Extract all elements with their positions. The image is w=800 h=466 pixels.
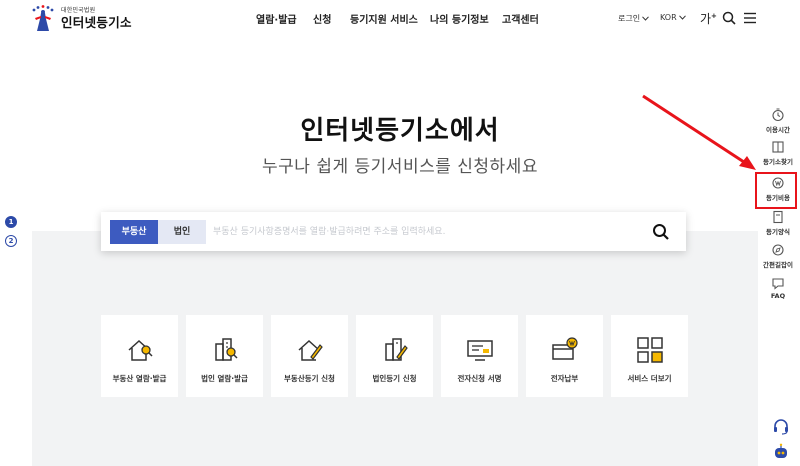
slide-bullet-2[interactable]: 2 — [5, 235, 17, 247]
service-card-label: 부동산등기 신청 — [284, 374, 335, 383]
house-search-icon — [128, 339, 153, 361]
address-search-input[interactable] — [213, 220, 643, 244]
service-card-more[interactable]: 서비스 더보기 — [611, 315, 688, 397]
language-dropdown[interactable]: KOR — [660, 13, 686, 22]
headset-icon[interactable] — [772, 418, 790, 436]
quick-item-guide[interactable]: 간편길잡이 — [758, 243, 798, 269]
slide-bullet-1[interactable]: 1 — [5, 216, 17, 228]
tab-corporation[interactable]: 법인 — [158, 220, 206, 244]
grid-icon — [637, 337, 663, 363]
monitor-signature-icon — [467, 340, 493, 361]
service-card-label: 전자신청 서명 — [457, 374, 502, 383]
utility-menu: 로그인 KOR 가+ — [0, 10, 800, 28]
service-card-label: 법인등기 신청 — [372, 374, 417, 383]
service-card-label: 부동산 열람·발급 — [112, 374, 167, 383]
quick-item-label: 간편길잡이 — [763, 261, 793, 269]
service-card-e-payment[interactable]: 전자납부 — [526, 315, 603, 397]
house-pencil-icon — [298, 339, 323, 361]
service-card-label: 전자납부 — [550, 374, 579, 383]
service-card-corporation-apply[interactable]: 법인등기 신청 — [356, 315, 433, 397]
quick-menu: 이용시간 등기소찾기 등기비용 등기양식 간편길잡이 FAQ — [758, 0, 800, 466]
font-size-button[interactable]: 가+ — [700, 10, 717, 27]
login-dropdown[interactable]: 로그인 — [618, 13, 649, 24]
address-search-box: 부동산 법인 — [101, 212, 686, 251]
tab-real-estate[interactable]: 부동산 — [110, 220, 158, 244]
quick-item-faq[interactable]: FAQ — [758, 276, 798, 300]
red-arrow-annotation — [642, 94, 756, 170]
service-card-e-signature[interactable]: 전자신청 서명 — [441, 315, 518, 397]
service-card-label: 서비스 더보기 — [627, 374, 672, 383]
plus-icon: + — [711, 12, 717, 20]
clock-icon — [772, 108, 784, 122]
quick-item-forms[interactable]: 등기양식 — [758, 210, 798, 236]
search-icon[interactable] — [722, 11, 736, 25]
page: 대한민국법원 인터넷등기소 열람·발급 신청 등기지원 서비스 나의 등기정보 … — [0, 0, 800, 466]
building-search-icon — [215, 338, 238, 361]
language-label: KOR — [660, 13, 677, 22]
search-submit-icon[interactable] — [651, 222, 671, 242]
quick-item-label: 등기양식 — [766, 228, 790, 236]
service-card-real-estate-apply[interactable]: 부동산등기 신청 — [271, 315, 348, 397]
chevron-down-icon — [642, 16, 649, 21]
chat-bubble-icon — [772, 278, 784, 290]
service-card-label: 법인 열람·발급 — [201, 374, 248, 383]
service-card-corporation-view[interactable]: 법인 열람·발급 — [186, 315, 263, 397]
service-card-real-estate-view[interactable]: 부동산 열람·발급 — [101, 315, 178, 397]
hamburger-menu-icon[interactable] — [743, 11, 757, 25]
header: 대한민국법원 인터넷등기소 열람·발급 신청 등기지원 서비스 나의 등기정보 … — [0, 0, 800, 40]
chatbot-icon[interactable] — [772, 443, 790, 461]
red-highlight-box — [755, 172, 797, 209]
building-pencil-icon — [385, 338, 408, 361]
font-size-label: 가 — [700, 12, 712, 26]
login-label: 로그인 — [618, 14, 641, 23]
quick-item-label: FAQ — [770, 292, 786, 300]
book-icon — [772, 141, 784, 153]
chevron-down-icon — [678, 15, 686, 20]
compass-icon — [772, 244, 784, 256]
card-payment-icon — [552, 337, 578, 360]
document-icon — [773, 210, 783, 224]
